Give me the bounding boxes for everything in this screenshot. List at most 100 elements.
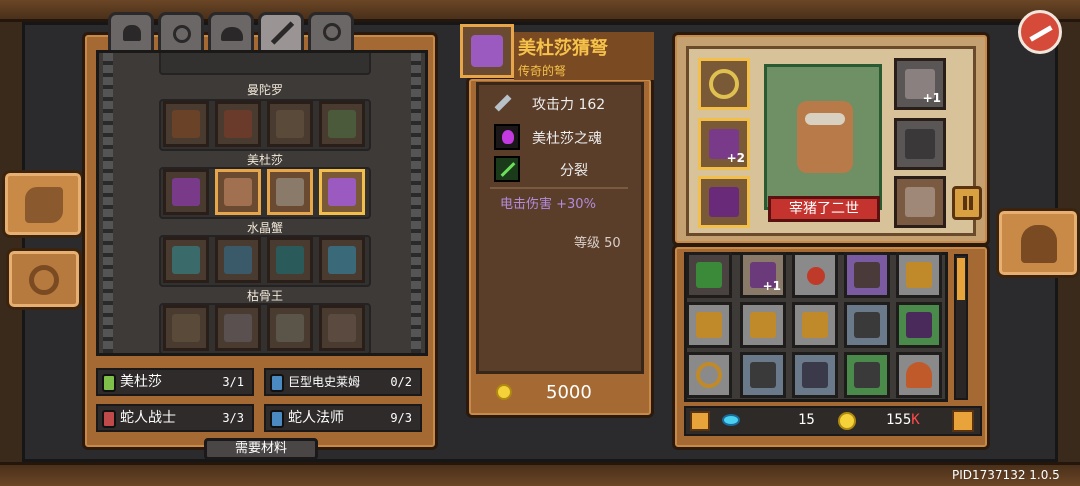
inventory-slot[interactable] bbox=[896, 252, 942, 298]
bone-crossbow-icon bbox=[224, 314, 252, 342]
recipe-slot[interactable] bbox=[319, 101, 365, 147]
craft-cost-value: 5000 bbox=[546, 382, 592, 403]
inventory-slot[interactable] bbox=[792, 352, 838, 398]
recycle-side-button[interactable] bbox=[6, 248, 82, 310]
grid-menu-icon[interactable] bbox=[952, 410, 974, 432]
pause-tab[interactable] bbox=[952, 186, 982, 220]
currency-bar: 15 155K bbox=[684, 406, 982, 436]
weapon-bonus: 电击伤害 +30% bbox=[500, 197, 596, 212]
blue-gem-icon bbox=[696, 312, 722, 338]
recipe-slot[interactable] bbox=[267, 101, 313, 147]
equip-slot-boots[interactable] bbox=[698, 176, 750, 228]
inventory-slot[interactable]: +1 bbox=[740, 252, 786, 298]
helmet-icon bbox=[1021, 225, 1057, 263]
close-button[interactable] bbox=[1018, 10, 1062, 54]
flower-crossbow-icon bbox=[328, 110, 356, 138]
equip-slot-weapon[interactable] bbox=[894, 176, 946, 228]
equip-slot-helmet[interactable]: +1 bbox=[894, 58, 946, 110]
recipe-slot[interactable] bbox=[163, 169, 209, 215]
inventory-slot[interactable] bbox=[740, 352, 786, 398]
recipe-slot[interactable] bbox=[215, 237, 261, 283]
material-item: 美杜莎 3/1 bbox=[96, 368, 254, 396]
tab-hat[interactable] bbox=[208, 12, 254, 50]
forge-side-button[interactable] bbox=[2, 170, 84, 238]
inventory-slot[interactable] bbox=[896, 302, 942, 348]
material-name: 美杜莎 bbox=[120, 374, 162, 390]
tab-armor[interactable] bbox=[158, 12, 204, 50]
hero-name: 宰猪了二世 bbox=[789, 201, 859, 217]
green-shard-icon bbox=[696, 262, 722, 288]
recipe-slot[interactable] bbox=[215, 169, 261, 215]
potion-icon bbox=[807, 267, 825, 285]
recipe-slot[interactable] bbox=[163, 305, 209, 351]
gold-coin-icon bbox=[496, 384, 512, 400]
recipe-slot[interactable] bbox=[267, 169, 313, 215]
tab-helmet[interactable] bbox=[108, 12, 154, 50]
split-arrows-icon bbox=[494, 156, 520, 182]
inventory-slot[interactable] bbox=[792, 302, 838, 348]
crossbow-icon bbox=[276, 110, 304, 138]
recipe-slot[interactable] bbox=[215, 101, 261, 147]
equip-slot-armor[interactable] bbox=[894, 118, 946, 170]
inventory-scrollbar[interactable] bbox=[954, 254, 968, 400]
material-item: 蛇人战士 3/3 bbox=[96, 404, 254, 432]
category-label-1: 美杜莎 bbox=[246, 153, 283, 167]
tab-ring[interactable] bbox=[308, 12, 354, 50]
purple-gem-icon bbox=[172, 178, 200, 206]
inventory-slot[interactable] bbox=[844, 302, 890, 348]
material-count: 3/3 bbox=[222, 411, 244, 425]
material-card-icon bbox=[102, 410, 116, 428]
category-label-3: 枯骨王 bbox=[246, 289, 283, 303]
armor-icon bbox=[905, 129, 935, 159]
upgrade-badge: +2 bbox=[726, 151, 745, 165]
version-label: PID1737132 1.0.5 bbox=[952, 468, 1060, 482]
right-chain bbox=[411, 53, 421, 353]
crystal-crossbow-icon bbox=[328, 246, 356, 274]
bottom-wood-border bbox=[0, 462, 1080, 486]
gold-boots-icon bbox=[750, 312, 776, 338]
inventory-slot[interactable] bbox=[686, 352, 732, 398]
coin-suffix: K bbox=[911, 412, 920, 428]
recipe-slot-selected[interactable] bbox=[319, 169, 365, 215]
hero-goggles bbox=[805, 113, 845, 125]
equip-slot-necklace[interactable] bbox=[698, 58, 750, 110]
helmet-side-button[interactable] bbox=[996, 208, 1080, 278]
recipe-slot[interactable] bbox=[319, 237, 365, 283]
scrollbar-thumb[interactable] bbox=[957, 258, 965, 300]
inventory-slot[interactable] bbox=[844, 352, 890, 398]
bow-icon bbox=[224, 178, 252, 206]
recipe-slot[interactable] bbox=[215, 305, 261, 351]
recipe-list[interactable]: 曼陀罗 美杜莎 水晶蟹 枯骨王 bbox=[96, 50, 428, 356]
crossbow-icon bbox=[224, 110, 252, 138]
crossbow-icon bbox=[750, 362, 776, 388]
target-icon[interactable] bbox=[690, 411, 710, 431]
recipe-row-0 bbox=[159, 53, 371, 75]
bone-bow-icon bbox=[172, 314, 200, 342]
recipe-slot[interactable] bbox=[319, 305, 365, 351]
recipe-slot[interactable] bbox=[163, 237, 209, 283]
recipe-slot[interactable] bbox=[163, 101, 209, 147]
crossbow-icon bbox=[276, 178, 304, 206]
bone-staff-icon bbox=[328, 314, 356, 342]
category-label-0: 曼陀罗 bbox=[246, 83, 283, 97]
material-count: 0/2 bbox=[390, 375, 412, 389]
inventory-slot[interactable] bbox=[686, 302, 732, 348]
recipe-slot[interactable] bbox=[267, 305, 313, 351]
recipe-slot[interactable] bbox=[267, 237, 313, 283]
inventory-slot[interactable] bbox=[740, 302, 786, 348]
inventory-slot[interactable] bbox=[792, 252, 838, 298]
category-label-2: 水晶蟹 bbox=[246, 221, 283, 235]
material-count: 9/3 bbox=[390, 411, 412, 425]
craft-cost-button[interactable]: 5000 bbox=[476, 378, 644, 408]
coin-value: 155 bbox=[886, 412, 912, 428]
anvil-hammer-icon bbox=[25, 187, 63, 223]
inventory-slot[interactable] bbox=[844, 252, 890, 298]
purple-soul-icon bbox=[494, 124, 520, 150]
inventory-slot[interactable] bbox=[896, 352, 942, 398]
armor-tab-icon bbox=[173, 25, 191, 43]
material-card-icon bbox=[270, 374, 284, 392]
tab-weapon[interactable] bbox=[258, 12, 304, 50]
inventory-slot[interactable] bbox=[686, 252, 732, 298]
equip-slot-ring[interactable]: +2 bbox=[698, 118, 750, 170]
weapon-stat-attack: 攻击力 162 bbox=[532, 97, 606, 113]
